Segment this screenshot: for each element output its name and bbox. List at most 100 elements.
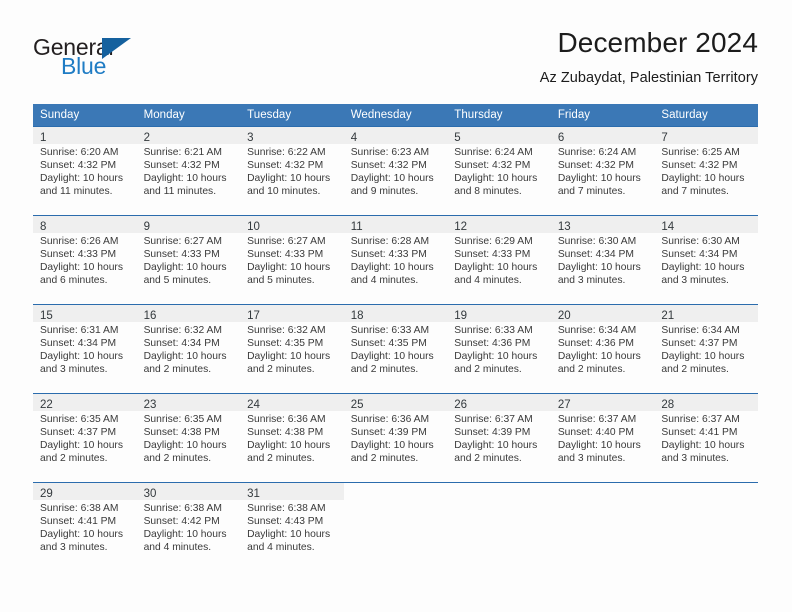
daylight-text-line2: and 7 minutes. xyxy=(661,185,729,197)
page-subtitle: Az Zubaydat, Palestinian Territory xyxy=(539,70,758,86)
sunset-text: Sunset: 4:37 PM xyxy=(40,426,117,438)
sunrise-text: Sunrise: 6:38 AM xyxy=(247,503,326,514)
sunset-text: Sunset: 4:32 PM xyxy=(40,159,117,171)
daylight-text-line1: Daylight: 10 hours xyxy=(40,439,123,451)
daylight-text-line2: and 8 minutes. xyxy=(454,185,522,197)
day-number: 5 xyxy=(454,132,461,144)
calendar-day-cell[interactable]: 8 Sunrise: 6:26 AM Sunset: 4:33 PM Daylight… xyxy=(33,215,137,305)
day-number: 7 xyxy=(661,132,668,144)
sunset-text: Sunset: 4:32 PM xyxy=(661,159,738,171)
calendar-day-cell[interactable]: 29 Sunrise: 6:38 AM Sunset: 4:41 PM Dayligh… xyxy=(33,482,137,571)
daylight-text-line1: Daylight: 10 hours xyxy=(350,172,434,184)
calendar-day-cell[interactable]: 18 Sunrise: 6:33 AM Sunset: 4:35 PM Dayligh… xyxy=(343,304,448,394)
sunset-text: Sunset: 4:41 PM xyxy=(40,515,117,527)
day-number: 18 xyxy=(350,310,364,322)
daylight-text-line1: Daylight: 10 hours xyxy=(143,261,227,273)
day-number: 6 xyxy=(557,132,565,144)
sunset-text: Sunset: 4:34 PM xyxy=(40,337,117,349)
sunrise-text: Sunrise: 6:33 AM xyxy=(350,325,430,336)
day-number: 14 xyxy=(661,221,675,233)
sunrise-text: Sunrise: 6:21 AM xyxy=(143,147,222,158)
calendar-day-cell[interactable]: 26 Sunrise: 6:37 AM Sunset: 4:39 PM Dayligh… xyxy=(447,393,551,483)
calendar-day-cell[interactable]: 4 Sunrise: 6:23 AM Sunset: 4:32 PM Daylight… xyxy=(343,126,448,216)
daylight-text-line1: Daylight: 10 hours xyxy=(661,350,745,362)
daylight-text-line2: and 2 minutes. xyxy=(661,363,729,375)
calendar-day-cell[interactable]: 16 Sunrise: 6:32 AM Sunset: 4:34 PM Dayligh… xyxy=(136,304,241,394)
day-number: 2 xyxy=(143,132,150,144)
daylight-text-line1: Daylight: 10 hours xyxy=(557,172,641,184)
calendar-day-cell[interactable]: 15 Sunrise: 6:31 AM Sunset: 4:34 PM Dayligh… xyxy=(33,304,137,394)
sunrise-text: Sunrise: 6:32 AM xyxy=(143,325,222,336)
calendar-day-cell[interactable]: 5 Sunrise: 6:24 AM Sunset: 4:32 PM Daylight… xyxy=(447,126,551,216)
calendar-day-cell[interactable]: 22 Sunrise: 6:35 AM Sunset: 4:37 PM Dayligh… xyxy=(33,393,137,483)
day-number: 4 xyxy=(350,132,358,144)
day-number: 26 xyxy=(454,399,468,411)
calendar-day-cell[interactable]: 7 Sunrise: 6:25 AM Sunset: 4:32 PM Daylight… xyxy=(654,126,758,216)
sunset-text: Sunset: 4:33 PM xyxy=(40,248,117,260)
calendar-day-cell[interactable]: 17 Sunrise: 6:32 AM Sunset: 4:35 PM Dayligh… xyxy=(240,304,344,394)
daylight-text-line2: and 11 minutes. xyxy=(40,185,113,197)
page-title: December 2024 xyxy=(557,27,758,58)
daylight-text-line1: Daylight: 10 hours xyxy=(247,261,331,273)
calendar-day-cell[interactable]: 21 Sunrise: 6:34 AM Sunset: 4:37 PM Dayligh… xyxy=(654,304,758,394)
calendar-day-cell[interactable]: 28 Sunrise: 6:37 AM Sunset: 4:41 PM Dayligh… xyxy=(654,393,758,483)
calendar-day-cell[interactable]: 6 Sunrise: 6:24 AM Sunset: 4:32 PM Daylight… xyxy=(550,126,655,216)
calendar-day-cell[interactable]: 1 Sunrise: 6:20 AM Sunset: 4:32 PM Daylight… xyxy=(33,126,137,216)
sunrise-text: Sunrise: 6:30 AM xyxy=(557,236,637,247)
calendar-day-cell[interactable]: 24 Sunrise: 6:36 AM Sunset: 4:38 PM Dayligh… xyxy=(240,393,344,483)
daylight-text-line1: Daylight: 10 hours xyxy=(40,528,123,540)
daylight-text-line1: Daylight: 10 hours xyxy=(350,261,434,273)
daylight-text-line2: and 2 minutes. xyxy=(454,363,522,375)
calendar-day-cell[interactable]: 14 Sunrise: 6:30 AM Sunset: 4:34 PM Dayligh… xyxy=(654,215,758,305)
daylight-text-line2: and 2 minutes. xyxy=(350,452,419,464)
calendar-day-cell[interactable]: 30 Sunrise: 6:38 AM Sunset: 4:42 PM Dayligh… xyxy=(136,482,241,571)
daylight-text-line1: Daylight: 10 hours xyxy=(247,439,331,451)
daylight-text-line2: and 2 minutes. xyxy=(454,452,522,464)
calendar-day-cell[interactable]: 23 Sunrise: 6:35 AM Sunset: 4:38 PM Dayligh… xyxy=(136,393,241,483)
calendar-day-cell[interactable]: 3 Sunrise: 6:22 AM Sunset: 4:32 PM Daylight… xyxy=(240,126,344,216)
calendar-day-cell[interactable]: 20 Sunrise: 6:34 AM Sunset: 4:36 PM Dayligh… xyxy=(550,304,655,394)
sunrise-text: Sunrise: 6:35 AM xyxy=(143,414,222,425)
sunrise-text: Sunrise: 6:25 AM xyxy=(661,147,740,158)
calendar-day-cell[interactable]: 13 Sunrise: 6:30 AM Sunset: 4:34 PM Dayligh… xyxy=(550,215,655,305)
calendar-day-cell[interactable]: 2 Sunrise: 6:21 AM Sunset: 4:32 PM Daylight… xyxy=(136,126,241,216)
sunset-text: Sunset: 4:39 PM xyxy=(454,426,531,438)
day-number: 25 xyxy=(350,399,364,411)
day-number: 19 xyxy=(454,310,468,322)
sunrise-text: Sunrise: 6:37 AM xyxy=(557,414,637,425)
calendar-day-cell-empty xyxy=(343,482,448,571)
daylight-text-line1: Daylight: 10 hours xyxy=(143,172,227,184)
daylight-text-line2: and 4 minutes. xyxy=(143,541,212,553)
daylight-text-line2: and 2 minutes. xyxy=(557,363,626,375)
sunrise-text: Sunrise: 6:22 AM xyxy=(247,147,326,158)
calendar-day-cell[interactable]: 10 Sunrise: 6:27 AM Sunset: 4:33 PM Dayligh… xyxy=(240,215,344,305)
daylight-text-line1: Daylight: 10 hours xyxy=(247,350,331,362)
calendar-day-cell[interactable]: 11 Sunrise: 6:28 AM Sunset: 4:33 PM Dayligh… xyxy=(343,215,448,305)
daylight-text-line1: Daylight: 10 hours xyxy=(350,439,434,451)
weekday-header-thursday: Thursday xyxy=(447,104,551,127)
day-number: 21 xyxy=(661,310,675,322)
sunrise-text: Sunrise: 6:38 AM xyxy=(40,503,119,514)
calendar-day-cell[interactable]: 25 Sunrise: 6:36 AM Sunset: 4:39 PM Dayligh… xyxy=(343,393,448,483)
sunrise-text: Sunrise: 6:36 AM xyxy=(350,414,430,425)
calendar-day-cell[interactable]: 12 Sunrise: 6:29 AM Sunset: 4:33 PM Dayligh… xyxy=(447,215,551,305)
sunset-text: Sunset: 4:33 PM xyxy=(143,248,220,260)
general-blue-logo[interactable]: General Blue xyxy=(33,34,213,84)
calendar-day-cell[interactable]: 19 Sunrise: 6:33 AM Sunset: 4:36 PM Dayligh… xyxy=(447,304,551,394)
weekday-header-monday: Monday xyxy=(136,104,241,127)
daylight-text-line1: Daylight: 10 hours xyxy=(247,528,331,540)
daylight-text-line1: Daylight: 10 hours xyxy=(557,350,641,362)
title-block: December 2024 Az Zubaydat, Palestinian T… xyxy=(540,26,758,88)
calendar-day-cell[interactable]: 31 Sunrise: 6:38 AM Sunset: 4:43 PM Dayligh… xyxy=(240,482,344,571)
sunrise-text: Sunrise: 6:27 AM xyxy=(143,236,222,247)
calendar-day-cell[interactable]: 9 Sunrise: 6:27 AM Sunset: 4:33 PM Daylight… xyxy=(136,215,241,305)
sunset-text: Sunset: 4:32 PM xyxy=(247,159,324,171)
sunset-text: Sunset: 4:32 PM xyxy=(143,159,220,171)
daylight-text-line1: Daylight: 10 hours xyxy=(40,172,123,184)
day-number: 30 xyxy=(143,488,157,500)
daylight-text-line1: Daylight: 10 hours xyxy=(557,261,641,273)
calendar-week-row: 8 Sunrise: 6:26 AM Sunset: 4:33 PM Daylight… xyxy=(33,215,758,305)
calendar-day-cell[interactable]: 27 Sunrise: 6:37 AM Sunset: 4:40 PM Dayligh… xyxy=(550,393,655,483)
sunset-text: Sunset: 4:32 PM xyxy=(454,159,531,171)
calendar-header-row: Sunday Monday Tuesday Wednesday Thursday… xyxy=(33,104,758,127)
